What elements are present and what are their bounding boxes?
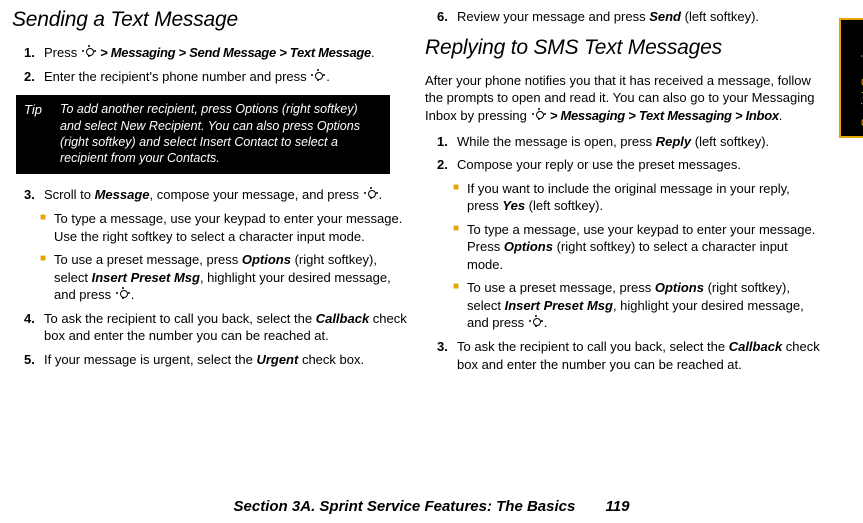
- right-sub-2c: ■ To use a preset message, press Options…: [453, 279, 820, 332]
- sub-body: If you want to include the original mess…: [467, 180, 820, 215]
- right-step-1: 1. While the message is open, press Repl…: [437, 133, 820, 151]
- text: Review your message and press: [457, 9, 649, 24]
- step-body: While the message is open, press Reply (…: [457, 133, 820, 151]
- step-number: 2.: [24, 68, 44, 86]
- nav-key-icon: [363, 188, 379, 200]
- right-sub-2a: ■ If you want to include the original me…: [453, 180, 820, 215]
- step-body: To ask the recipient to call you back, s…: [457, 338, 820, 373]
- text: .: [779, 108, 783, 123]
- sub-body: To use a preset message, press Options (…: [467, 279, 820, 332]
- step-body: Compose your reply or use the preset mes…: [457, 156, 820, 174]
- bullet-icon: ■: [453, 180, 467, 215]
- text: To ask the recipient to call you back, s…: [457, 339, 729, 354]
- nav-key-icon: [115, 288, 131, 300]
- text: (left softkey).: [525, 198, 603, 213]
- bullet-icon: ■: [453, 221, 467, 274]
- ui-label-insert-preset: Insert Preset Msg: [92, 270, 200, 285]
- left-step-3: 3. Scroll to Message, compose your messa…: [24, 186, 407, 204]
- step-body: Enter the recipient's phone number and p…: [44, 68, 407, 86]
- text: While the message is open, press: [457, 134, 656, 149]
- menu-path: Messaging > Text Messaging > Inbox: [560, 108, 778, 123]
- text: To use a preset message, press: [54, 252, 242, 267]
- ui-label-options: Options: [504, 239, 553, 254]
- step-number: 1.: [437, 133, 457, 151]
- side-tab: Sprint Service: [839, 18, 863, 138]
- text: (left softkey).: [681, 9, 759, 24]
- nav-key-icon: [81, 46, 97, 58]
- text: To use a preset message, press: [467, 280, 655, 295]
- right-sub-2b: ■ To type a message, use your keypad to …: [453, 221, 820, 274]
- ui-label-reply: Reply: [656, 134, 691, 149]
- left-step-1: 1. Press > Messaging > Send Message > Te…: [24, 44, 407, 62]
- tip-label: Tip: [24, 101, 60, 166]
- page-footer: Section 3A. Sprint Service Features: The…: [0, 498, 863, 515]
- text: Scroll to: [44, 187, 95, 202]
- step-number: 1.: [24, 44, 44, 62]
- nav-key-icon: [310, 70, 326, 82]
- left-step-2: 2. Enter the recipient's phone number an…: [24, 68, 407, 86]
- step-number: 3.: [24, 186, 44, 204]
- heading-sending: Sending a Text Message: [12, 6, 407, 34]
- text: check box.: [298, 352, 364, 367]
- text: Enter the recipient's phone number and p…: [44, 69, 310, 84]
- right-step-3: 3. To ask the recipient to call you back…: [437, 338, 820, 373]
- text: , compose your message, and press: [150, 187, 363, 202]
- ui-label-urgent: Urgent: [256, 352, 298, 367]
- ui-label-callback: Callback: [316, 311, 369, 326]
- sub-body: To type a message, use your keypad to en…: [467, 221, 820, 274]
- ui-label-callback: Callback: [729, 339, 782, 354]
- sub-body: To type a message, use your keypad to en…: [54, 210, 407, 245]
- ui-label-send: Send: [649, 9, 681, 24]
- text: To ask the recipient to call you back, s…: [44, 311, 316, 326]
- text: Press: [44, 45, 81, 60]
- ui-label-yes: Yes: [502, 198, 525, 213]
- right-step-6: 6. Review your message and press Send (l…: [437, 8, 820, 26]
- step-body: Scroll to Message, compose your message,…: [44, 186, 407, 204]
- sub-body: To use a preset message, press Options (…: [54, 251, 407, 304]
- nav-key-icon: [528, 316, 544, 328]
- side-tab-label: Sprint Service: [858, 41, 863, 128]
- step-number: 3.: [437, 338, 457, 373]
- bullet-icon: ■: [40, 210, 54, 245]
- left-sub-3a: ■ To type a message, use your keypad to …: [40, 210, 407, 245]
- bullet-icon: ■: [453, 279, 467, 332]
- right-step-2: 2. Compose your reply or use the preset …: [437, 156, 820, 174]
- text: If your message is urgent, select the: [44, 352, 256, 367]
- step-body: Press > Messaging > Send Message > Text …: [44, 44, 407, 62]
- text: .: [131, 287, 135, 302]
- menu-path: Messaging > Send Message > Text Message: [111, 45, 371, 60]
- ui-label-options: Options: [655, 280, 704, 295]
- text: (left softkey).: [691, 134, 769, 149]
- text: .: [544, 315, 548, 330]
- left-column: Sending a Text Message 1. Press > Messag…: [12, 6, 407, 379]
- step-body: Review your message and press Send (left…: [457, 8, 820, 26]
- left-sub-3b: ■ To use a preset message, press Options…: [40, 251, 407, 304]
- tip-box: Tip To add another recipient, press Opti…: [16, 95, 390, 174]
- bullet-icon: ■: [40, 251, 54, 304]
- text: .: [379, 187, 383, 202]
- step-number: 5.: [24, 351, 44, 369]
- intro-paragraph: After your phone notifies you that it ha…: [425, 72, 820, 125]
- step-body: To ask the recipient to call you back, s…: [44, 310, 407, 345]
- footer-page-number: 119: [606, 498, 630, 515]
- left-step-5: 5. If your message is urgent, select the…: [24, 351, 407, 369]
- heading-replying: Replying to SMS Text Messages: [425, 34, 820, 62]
- text: >: [547, 108, 561, 123]
- step-body: If your message is urgent, select the Ur…: [44, 351, 407, 369]
- tip-body: To add another recipient, press Options …: [60, 101, 380, 166]
- ui-label-insert-preset: Insert Preset Msg: [505, 298, 613, 313]
- left-step-4: 4. To ask the recipient to call you back…: [24, 310, 407, 345]
- text: >: [97, 45, 111, 60]
- step-number: 6.: [437, 8, 457, 26]
- step-number: 4.: [24, 310, 44, 345]
- nav-key-icon: [531, 109, 547, 121]
- page-content: Sending a Text Message 1. Press > Messag…: [0, 0, 863, 379]
- ui-label-options: Options: [242, 252, 291, 267]
- step-number: 2.: [437, 156, 457, 174]
- right-column: 6. Review your message and press Send (l…: [425, 6, 820, 379]
- text: .: [326, 69, 330, 84]
- ui-label-message: Message: [95, 187, 150, 202]
- footer-title: Section 3A. Sprint Service Features: The…: [234, 498, 576, 515]
- text: .: [371, 45, 375, 60]
